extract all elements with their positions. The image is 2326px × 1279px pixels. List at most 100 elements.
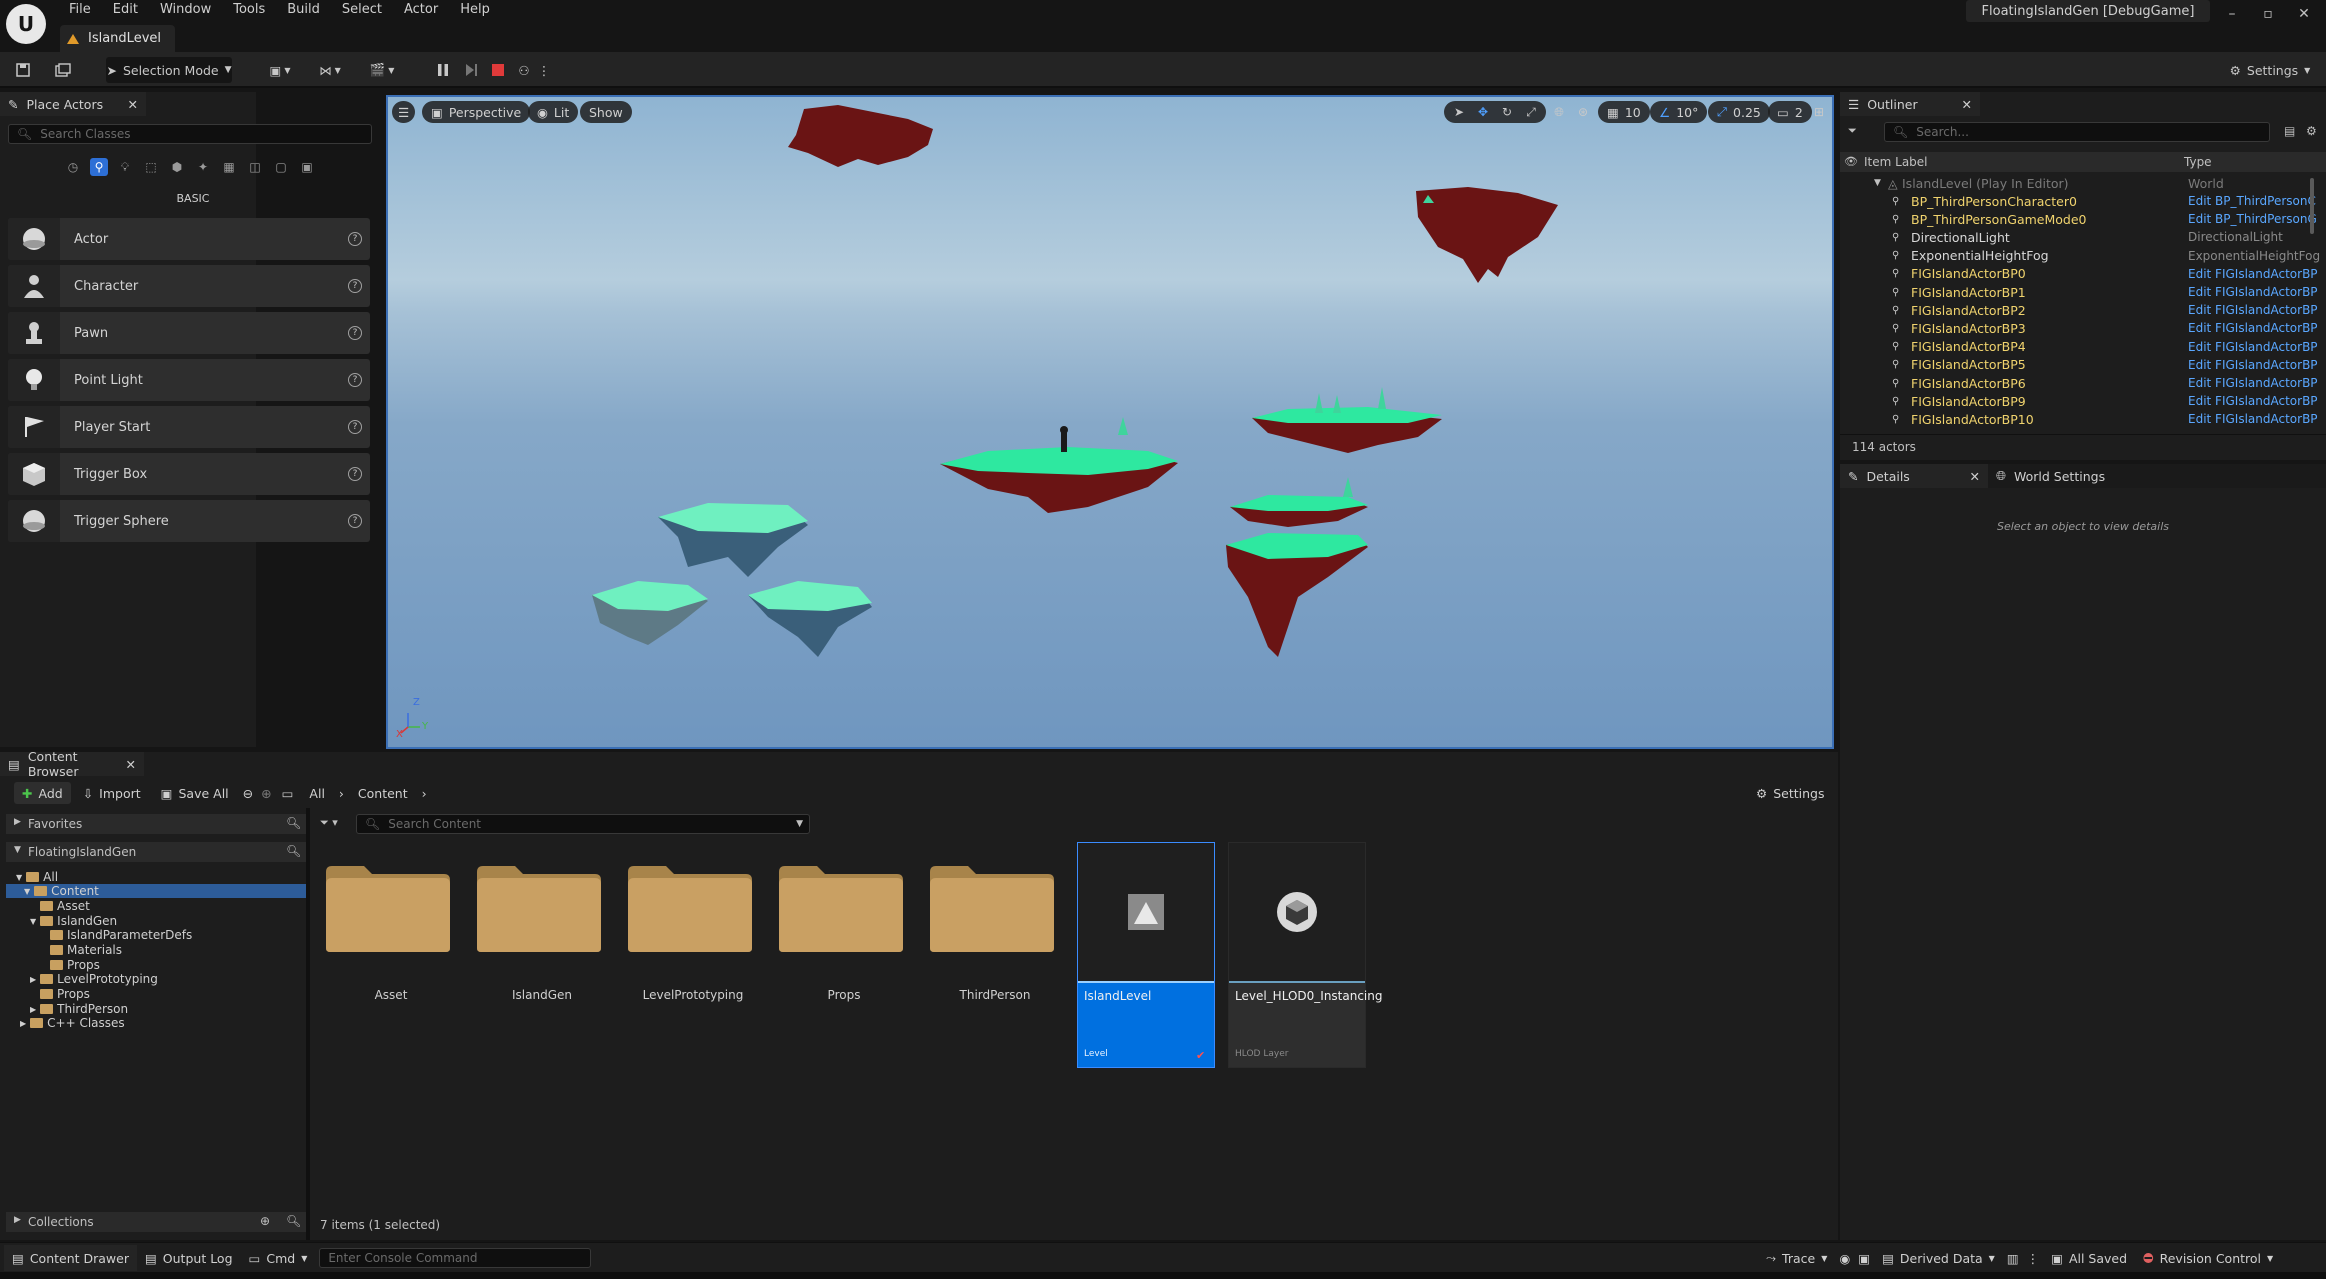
asset-tile-level[interactable]: IslandLevel Level ✔	[1077, 842, 1215, 1068]
close-icon[interactable]: ✕	[128, 97, 138, 112]
help-icon[interactable]: ?	[348, 279, 362, 293]
tree-item-all[interactable]: ▼ All	[16, 870, 58, 884]
layout-icon[interactable]: ⊞	[1808, 101, 1830, 123]
outliner-row[interactable]: ⚲ FIGIslandActorBP6 Edit FIGIslandActorBP	[1840, 374, 2326, 392]
back-icon[interactable]: ⊖	[241, 782, 255, 804]
search-content-input[interactable]: 🔍︎ Search Content ▼	[356, 814, 810, 834]
outliner-row[interactable]: ⚲ FIGIslandActorBP1 Edit FIGIslandActorBP	[1840, 283, 2326, 301]
expand-arrow-icon[interactable]: ▼	[1874, 178, 1881, 188]
actor-item-trigger-box[interactable]: Trigger Box ?	[8, 453, 370, 495]
outliner-row[interactable]: ⚲ FIGIslandActorBP10 Edit FIGIslandActorBP	[1840, 410, 2326, 428]
outliner-row[interactable]: ⚲ FIGIslandActorBP9 Edit FIGIslandActorBP	[1840, 392, 2326, 410]
search-classes-input[interactable]: 🔍︎ Search Classes	[8, 124, 372, 144]
import-button[interactable]: ⇩ Import	[75, 782, 149, 804]
translate-tool-icon[interactable]: ✥	[1472, 101, 1494, 123]
search-icon[interactable]: 🔍︎	[286, 816, 301, 830]
menu-window[interactable]: Window	[149, 0, 222, 20]
rotation-snap-button[interactable]: ∠ 10°	[1650, 101, 1708, 123]
scale-snap-button[interactable]: ⤢ 0.25	[1708, 101, 1770, 123]
screenshot-icon[interactable]: ▣	[1854, 1245, 1874, 1271]
outliner-row-type[interactable]: Edit FIGIslandActorBP	[2188, 285, 2318, 299]
outliner-row[interactable]: ⚲ BP_ThirdPersonCharacter0 Edit BP_ThirdPe…	[1840, 192, 2326, 210]
add-collection-icon[interactable]: ⊕	[260, 1214, 270, 1228]
breadcrumb-content[interactable]: Content	[350, 782, 416, 804]
asset-tile-folder[interactable]: Props	[775, 842, 913, 1068]
menu-actor[interactable]: Actor	[393, 0, 449, 20]
stop-icon[interactable]	[487, 57, 509, 83]
close-icon[interactable]: ✕	[2290, 2, 2318, 26]
close-icon[interactable]: ✕	[1970, 469, 1980, 484]
record-icon[interactable]: ◉	[1835, 1245, 1854, 1271]
close-icon[interactable]: ✕	[1962, 97, 1972, 112]
menu-tools[interactable]: Tools	[222, 0, 276, 20]
help-icon[interactable]: ?	[348, 514, 362, 528]
help-icon[interactable]: ?	[348, 420, 362, 434]
output-log-button[interactable]: ▤ Output Log	[137, 1245, 241, 1271]
visibility-eye-icon[interactable]: 👁︎	[1844, 155, 1858, 168]
asset-tile-folder[interactable]: LevelPrototyping	[624, 842, 762, 1068]
help-icon[interactable]: ?	[348, 326, 362, 340]
content-browser-tab[interactable]: ▤ Content Browser ✕	[0, 749, 144, 779]
outliner-row[interactable]: ⚲ FIGIslandActorBP0 Edit FIGIslandActorBP	[1840, 265, 2326, 283]
tree-item-content[interactable]: ▼ Content	[6, 884, 306, 898]
actor-item-point-light[interactable]: Point Light ?	[8, 359, 370, 401]
actor-item-actor[interactable]: Actor ?	[8, 218, 370, 260]
chevron-down-icon[interactable]: ▼	[796, 819, 803, 829]
asset-tile-folder[interactable]: IslandGen	[473, 842, 611, 1068]
tree-item-props-sub[interactable]: Props	[50, 958, 100, 972]
breadcrumb-all[interactable]: All	[301, 782, 333, 804]
outliner-tab[interactable]: ☰ Outliner ✕	[1840, 92, 1980, 116]
close-icon[interactable]: ✕	[126, 757, 136, 772]
placement-icon[interactable]: ▣	[298, 158, 316, 176]
derived-data-button[interactable]: ▤ Derived Data ▼	[1874, 1245, 2003, 1271]
select-tool-icon[interactable]: ➤	[1448, 101, 1470, 123]
outliner-row-type[interactable]: Edit FIGIslandActorBP	[2188, 267, 2318, 281]
more-options-icon[interactable]: ⋮	[538, 57, 551, 83]
outliner-row-type[interactable]: Edit FIGIslandActorBP	[2188, 376, 2318, 390]
outliner-row[interactable]: ⚲ BP_ThirdPersonGameMode0 Edit BP_ThirdPer…	[1840, 210, 2326, 228]
breadcrumb-arrow-icon[interactable]: ›	[420, 782, 429, 804]
surface-snap-icon[interactable]: ⊛	[1572, 101, 1594, 123]
shapes-icon[interactable]: ⬚	[142, 158, 160, 176]
cmd-button[interactable]: ▭ Cmd ▼	[241, 1245, 316, 1271]
add-actor-icon[interactable]: ▣ ▼	[262, 57, 298, 83]
grid-snap-button[interactable]: ▦ 10	[1598, 101, 1650, 123]
browse-icon[interactable]	[52, 57, 74, 83]
help-icon[interactable]: ?	[348, 373, 362, 387]
cb-settings-button[interactable]: ⚙ Settings	[1748, 782, 1833, 804]
tree-item-thirdperson[interactable]: ▶ ThirdPerson	[30, 1002, 128, 1016]
basic-category-icon[interactable]: ⚲	[90, 158, 108, 176]
outliner-row[interactable]: ⚲ FIGIslandActorBP4 Edit FIGIslandActorBP	[1840, 338, 2326, 356]
help-icon[interactable]: ?	[348, 467, 362, 481]
outliner-row-type[interactable]: Edit FIGIslandActorBP	[2188, 358, 2318, 372]
filter-icon[interactable]: ⏷ ▾	[320, 816, 338, 830]
menu-edit[interactable]: Edit	[102, 0, 149, 20]
restore-icon[interactable]: ▫	[2254, 2, 2282, 26]
world-space-icon[interactable]: 🌐︎	[1548, 101, 1570, 123]
gear-icon[interactable]: ⚙	[2306, 124, 2317, 138]
world-settings-tab[interactable]: 🌐︎ World Settings	[1988, 464, 2148, 488]
outliner-scrollbar[interactable]	[2310, 178, 2314, 234]
tree-item-materials[interactable]: Materials	[50, 943, 122, 957]
menu-build[interactable]: Build	[276, 0, 331, 20]
minimize-icon[interactable]: –	[2218, 2, 2246, 26]
save-icon[interactable]	[12, 57, 34, 83]
world-row[interactable]: ▼ ◬ IslandLevel (Play In Editor) World	[1840, 174, 2326, 192]
tree-item-props[interactable]: Props	[40, 987, 90, 1001]
level-tab[interactable]: IslandLevel	[60, 25, 175, 52]
asset-tile-hlod[interactable]: Level_HLOD0_Instancing HLOD Layer	[1228, 842, 1383, 1068]
lights-icon[interactable]: 💡︎	[116, 158, 134, 176]
menu-file[interactable]: File	[58, 0, 102, 20]
console-input[interactable]: Enter Console Command	[319, 1248, 592, 1268]
blueprint-icon[interactable]: ⋈ ▼	[312, 57, 348, 83]
show-button[interactable]: Show	[580, 101, 632, 123]
cinematic-icon[interactable]: ⬢	[168, 158, 186, 176]
outliner-row-type[interactable]: Edit FIGIslandActorBP	[2188, 321, 2318, 335]
step-icon[interactable]	[460, 57, 482, 83]
help-icon[interactable]: ?	[348, 232, 362, 246]
col-type[interactable]: Type	[2184, 155, 2212, 169]
lit-button[interactable]: ◉ Lit	[528, 101, 579, 123]
forward-icon[interactable]: ⊕	[259, 782, 273, 804]
stats-icon[interactable]: ▥	[2003, 1245, 2023, 1271]
actor-item-trigger-sphere[interactable]: Trigger Sphere ?	[8, 500, 370, 542]
